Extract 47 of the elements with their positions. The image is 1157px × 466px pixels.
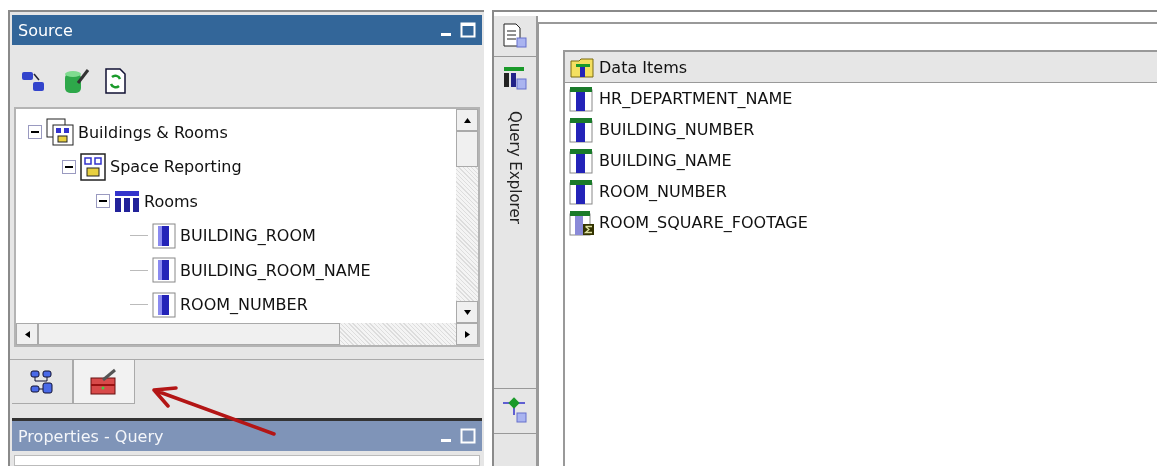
collapse-toggle-icon[interactable] [96, 194, 110, 209]
table-icon [502, 65, 528, 93]
tree-item[interactable]: BUILDING_ROOM [180, 226, 316, 246]
collapse-toggle-icon[interactable] [62, 159, 76, 174]
column-icon [152, 291, 176, 318]
calculated-item-icon [569, 209, 595, 236]
column-icon [152, 222, 176, 249]
scroll-left-icon[interactable] [24, 330, 30, 338]
tree-item[interactable]: ROOM_NUMBER [180, 295, 308, 315]
diagram-icon [29, 368, 55, 395]
package-icon [46, 118, 74, 147]
scroll-up-icon[interactable] [463, 117, 471, 123]
panel-title: Properties - Query [18, 426, 164, 446]
database-edit-icon[interactable] [62, 67, 92, 95]
scroll-thumb[interactable] [38, 323, 340, 345]
data-item-icon [569, 116, 595, 143]
panel-tab[interactable] [73, 360, 135, 404]
data-item[interactable]: BUILDING_NAME [599, 151, 732, 170]
tree-item[interactable]: Rooms [144, 191, 198, 211]
folder-icon [569, 55, 597, 79]
report-icon [502, 22, 528, 50]
namespace-icon [80, 152, 106, 181]
refresh-document-icon[interactable] [104, 67, 128, 95]
data-item-icon [569, 85, 595, 112]
maximize-icon[interactable] [460, 428, 476, 444]
collapse-toggle-icon[interactable] [28, 125, 42, 140]
list-title: Data Items [599, 57, 688, 77]
panel-title: Source [18, 20, 73, 40]
data-item[interactable]: BUILDING_NUMBER [599, 120, 755, 139]
data-item[interactable]: ROOM_NUMBER [599, 182, 727, 201]
column-icon [152, 257, 176, 284]
table-icon [114, 189, 140, 214]
scroll-thumb[interactable] [456, 131, 478, 167]
toolbox-icon [89, 367, 119, 396]
data-item-icon [569, 147, 595, 174]
data-item[interactable]: ROOM_SQUARE_FOOTAGE [599, 213, 808, 232]
flow-icon [501, 397, 529, 425]
panel-tab[interactable] [12, 360, 73, 404]
data-item[interactable]: HR_DEPARTMENT_NAME [599, 89, 793, 108]
scroll-right-icon[interactable] [464, 330, 470, 338]
tree-item[interactable]: Space Reporting [110, 157, 242, 177]
tab-label: Query Explorer [506, 111, 524, 224]
maximize-icon[interactable] [460, 22, 476, 38]
tree-item[interactable]: BUILDING_ROOM_NAME [180, 260, 371, 280]
data-item-icon [569, 178, 595, 205]
scroll-down-icon[interactable] [463, 309, 471, 315]
tree-item[interactable]: Buildings & Rooms [78, 122, 228, 142]
